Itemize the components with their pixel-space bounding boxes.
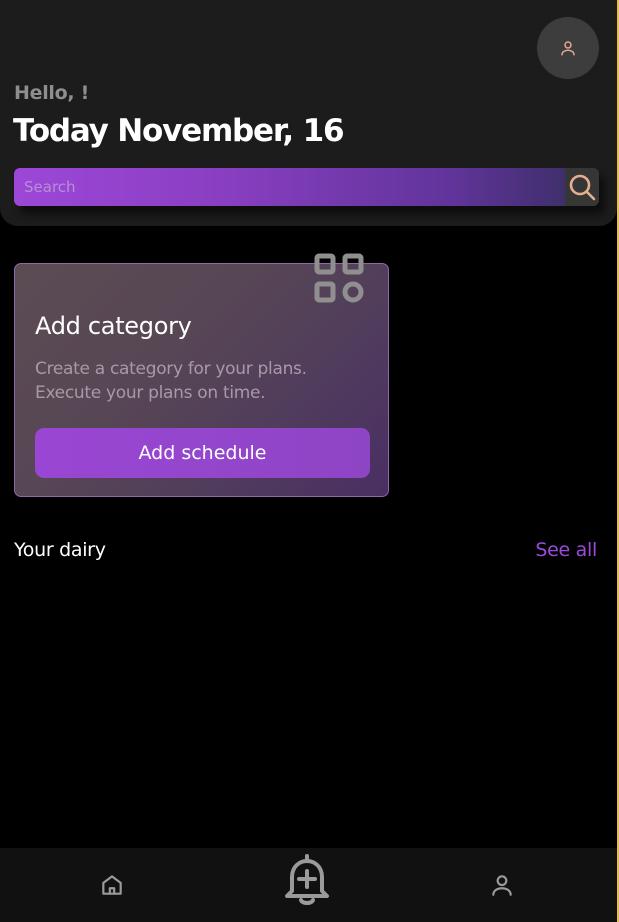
nav-home[interactable] [82, 848, 142, 922]
diary-section-title: Your dairy [14, 539, 106, 561]
card-title: Add category [35, 312, 192, 340]
search-input[interactable] [14, 168, 564, 206]
add-category-card: Add category Create a category for your … [14, 253, 389, 497]
bottom-nav [0, 848, 617, 922]
user-icon [492, 875, 512, 896]
see-all-link[interactable]: See all [535, 539, 597, 561]
card-description: Create a category for your plans. Execut… [35, 359, 307, 403]
greeting-text: Hello, ! [14, 82, 89, 104]
nav-add-reminder[interactable] [276, 842, 338, 916]
bell-plus-icon [285, 854, 329, 905]
page-title: Today November, 16 [13, 113, 345, 149]
avatar-button[interactable] [537, 17, 599, 79]
search-bar [14, 168, 599, 206]
search-icon [569, 174, 596, 201]
category-grid-icon [311, 250, 367, 306]
header: Hello, ! Today November, 16 [0, 0, 617, 226]
add-schedule-button[interactable]: Add schedule [35, 428, 370, 478]
app-screen: Hello, ! Today November, 16 Add category… [0, 0, 619, 922]
search-button[interactable] [565, 168, 599, 206]
user-icon [561, 41, 575, 56]
home-icon [102, 875, 122, 895]
nav-profile[interactable] [472, 848, 532, 922]
